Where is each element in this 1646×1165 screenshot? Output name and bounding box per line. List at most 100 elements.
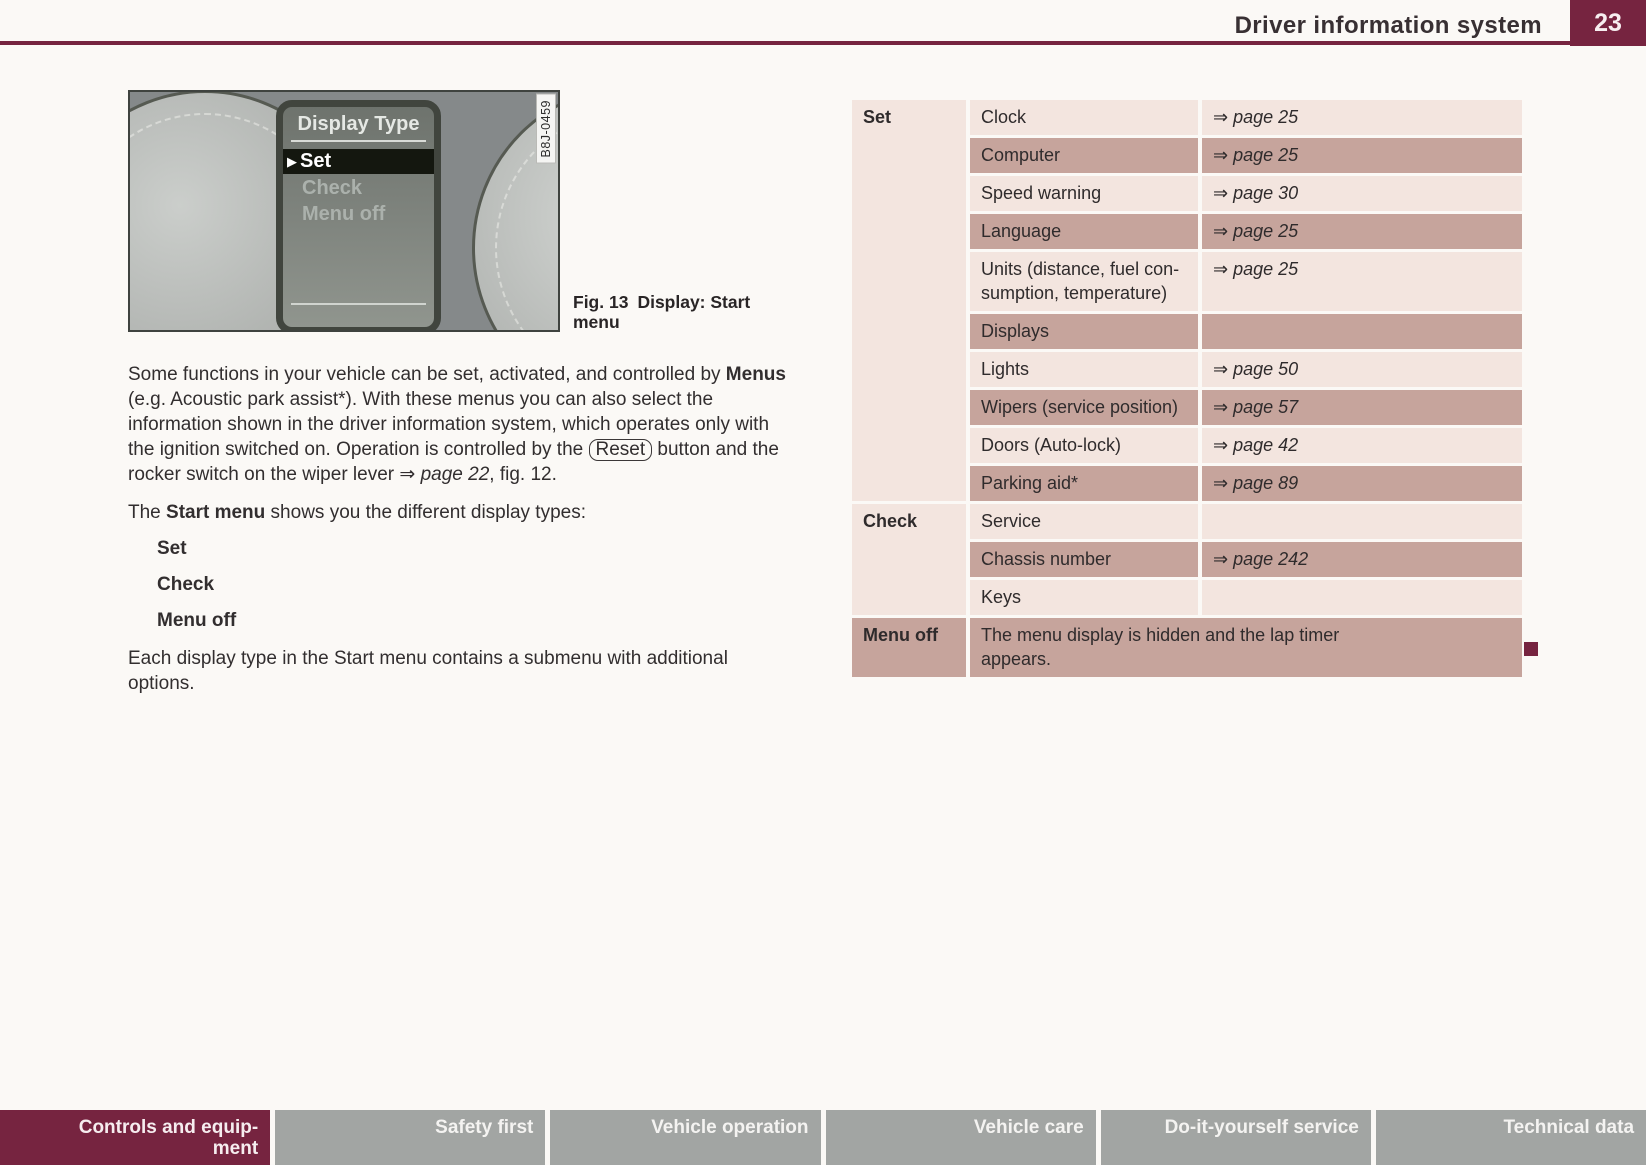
menu-item-label: Wipers (service position) [981,397,1178,417]
group-cell-check: Check [852,504,966,615]
manual-page: Driver information system 23 Display Typ… [0,0,1646,1165]
cross-reference-page-22: ⇒ page 22 [399,464,489,485]
page-ref: ⇒ page 25 [1213,259,1298,279]
figure-instrument-cluster: Display Type ▶ Set Check Menu off B8J-04… [128,90,560,332]
text-run: , fig. 12. [489,464,557,485]
page-ref: ⇒ page 30 [1213,183,1298,203]
page-ref: ⇒ page 25 [1213,145,1298,165]
footer-tab-do-it-yourself-service: Do-it-yourself service [1101,1110,1371,1165]
display-menu-item-menu-off: Menu off [283,200,434,226]
menu-item-cell: Service [970,504,1198,539]
menu-item-cell: Clock [970,100,1198,135]
menu-item-cell: Doors (Auto-lock) [970,428,1198,463]
selection-arrow-icon: ▶ [287,152,297,172]
page-ref-cell [1202,504,1522,539]
body-copy: Some functions in your vehicle can be se… [128,362,788,696]
page-ref: ⇒ page 50 [1213,359,1298,379]
list-item-set: Set [128,536,788,561]
footer-tab-controls-and-equipment: Controls and equip­ment [0,1110,270,1165]
page-ref-cell: ⇒ page 42 [1202,428,1522,463]
menu-off-description: The menu display is hidden and the lap t… [981,623,1401,671]
footer-tab-label: Safety first [435,1117,533,1138]
page-ref-cell: ⇒ page 50 [1202,352,1522,387]
list-item-check: Check [128,572,788,597]
paragraph-start-menu: The Start menu shows you the different d… [128,500,788,525]
page-ref: ⇒ page 242 [1213,549,1308,569]
menu-item-cell: Lights [970,352,1198,387]
menu-item-label: Computer [981,145,1060,165]
menu-item-cell: Computer [970,138,1198,173]
reset-button-keycap: Reset [589,439,653,461]
menu-item-label: Clock [981,107,1026,127]
display-menu-title: Display Type [283,113,434,136]
footer-section-bar: Controls and equip­ment Safety first Veh… [0,1110,1646,1165]
footer-tab-label: Do-it-yourself service [1165,1117,1359,1138]
text-run: The [128,502,166,523]
group-cell-menu-off: Menu off [852,618,966,677]
page-ref-cell: ⇒ page 25 [1202,252,1522,311]
page-ref: ⇒ page 89 [1213,473,1298,493]
menu-item-cell: Wipers (service position) [970,390,1198,425]
submenu-table: Set Clock ⇒ page 25 Computer ⇒ page 25 S… [852,100,1522,677]
menu-item-label: Service [981,511,1041,531]
display-type-list: Set Check Menu off [128,536,788,633]
cluster-display-screen: Display Type ▶ Set Check Menu off [276,100,441,332]
menu-item-label: Chassis number [981,549,1111,569]
page-ref-cell: ⇒ page 89 [1202,466,1522,501]
text-run: Some functions in your vehicle can be se… [128,364,726,385]
page-ref-cell: ⇒ page 25 [1202,214,1522,249]
menu-item-label: Speed warning [981,183,1101,203]
page-ref-cell: ⇒ page 57 [1202,390,1522,425]
page-ref: ⇒ page 25 [1213,107,1298,127]
display-menu-item-set-label: Set [300,150,331,173]
footer-tab-safety-first: Safety first [275,1110,545,1165]
menu-item-cell: Speed warning [970,176,1198,211]
group-label: Check [863,511,917,531]
display-menu-item-set: ▶ Set [283,149,434,174]
display-menu-item-check: Check [283,174,434,200]
footer-tab-label: Vehicle operation [651,1117,808,1138]
menu-off-description-cell: The menu display is hidden and the lap t… [970,618,1522,677]
page-ref-cell: ⇒ page 30 [1202,176,1522,211]
menu-item-label: Displays [981,321,1049,341]
menu-item-label: Lights [981,359,1029,379]
footer-tab-label: Technical data [1503,1117,1634,1138]
figure-image-code: B8J-0459 [536,94,556,164]
group-label: Set [863,107,891,127]
page-ref: ⇒ page 25 [1213,221,1298,241]
menu-item-label: Doors (Auto-lock) [981,435,1121,455]
menu-item-label: Keys [981,587,1021,607]
menu-item-cell: Displays [970,314,1198,349]
menu-item-label-line2: sumption, temperature) [981,281,1189,305]
group-cell-set: Set [852,100,966,501]
page-number: 23 [1594,9,1622,38]
header-divider [0,41,1646,45]
footer-tab-technical-data: Technical data [1376,1110,1646,1165]
footer-tab-vehicle-operation: Vehicle operation [550,1110,820,1165]
page-ref-cell [1202,580,1522,615]
page-ref-cell: ⇒ page 25 [1202,138,1522,173]
footer-tab-vehicle-care: Vehicle care [826,1110,1096,1165]
text-run-bold-start-menu: Start menu [166,502,265,523]
menu-item-label: Language [981,221,1061,241]
menu-item-cell-units: Units (distance, fuel con-sumption, temp… [970,252,1198,311]
screen-bottom-divider [291,303,426,305]
list-item-menu-off: Menu off [128,608,788,633]
menu-item-label: Parking aid* [981,473,1078,493]
page-number-badge: 23 [1570,0,1646,46]
page-ref: ⇒ page 42 [1213,435,1298,455]
page-ref-cell: ⇒ page 242 [1202,542,1522,577]
page-ref: ⇒ page 57 [1213,397,1298,417]
menu-item-cell: Language [970,214,1198,249]
section-end-marker [1524,642,1538,656]
menu-item-cell: Parking aid* [970,466,1198,501]
group-label: Menu off [863,625,938,645]
text-run-bold-menus: Menus [726,364,786,385]
footer-tab-label: Controls and equip­ment [76,1117,258,1159]
paragraph-submenu: Each display type in the Start menu cont… [128,646,760,696]
footer-tab-label: Vehicle care [974,1117,1084,1138]
menu-item-cell: Chassis number [970,542,1198,577]
page-ref-cell: ⇒ page 25 [1202,100,1522,135]
figure-caption-number: Fig. 13 [573,292,628,312]
paragraph-intro: Some functions in your vehicle can be se… [128,362,788,487]
